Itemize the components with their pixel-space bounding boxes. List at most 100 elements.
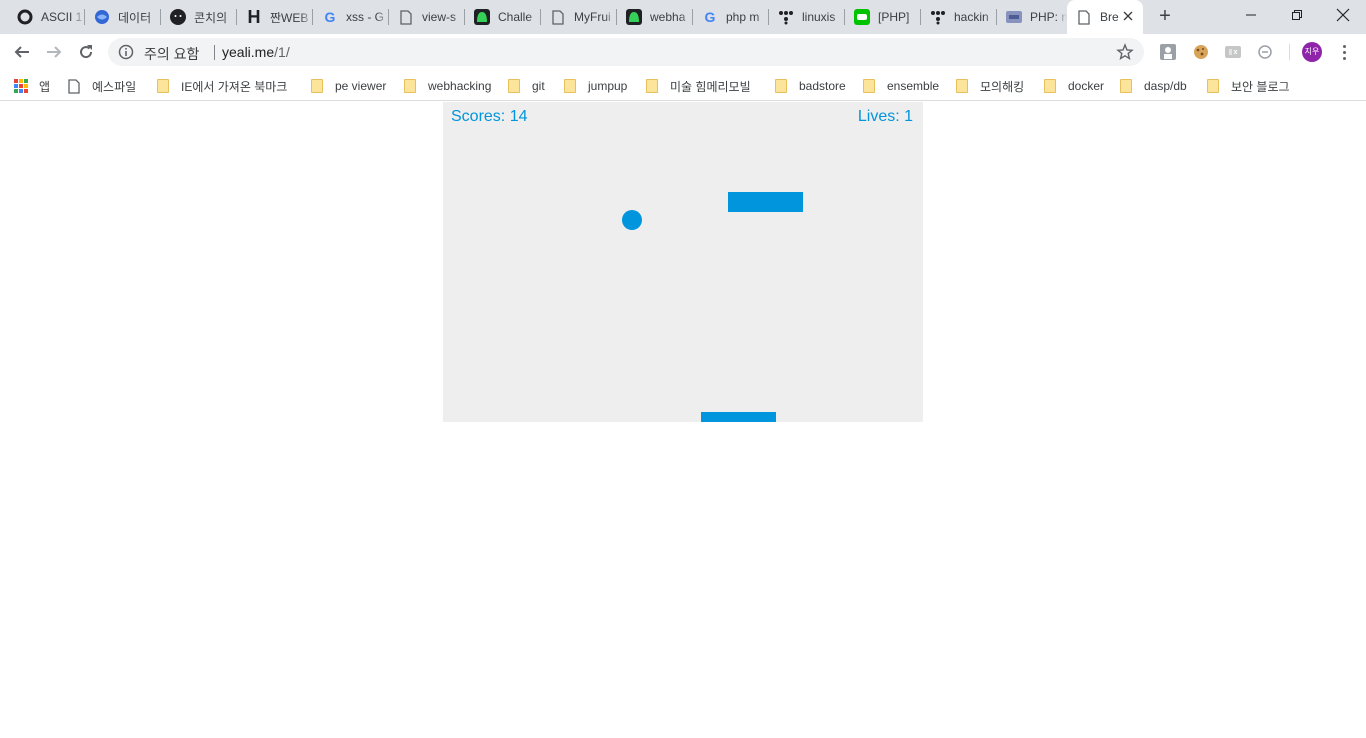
tab-strip: ASCII 1 데이터 콘치의 H 짠WEB G xss - G view-s: [0, 0, 1366, 34]
bookmark-label: 모의해킹: [980, 79, 1025, 94]
profile-avatar[interactable]: 지우: [1302, 42, 1322, 62]
bookmark-folder[interactable]: webhacking: [402, 75, 491, 97]
close-icon: [1336, 8, 1350, 22]
folder-icon: [1118, 78, 1134, 94]
bookmark-label: git: [532, 79, 545, 93]
page-icon: [550, 9, 566, 25]
circle-logo-icon: [17, 9, 33, 25]
paddle[interactable]: [701, 412, 776, 422]
bookmark-label: badstore: [799, 79, 846, 93]
bookmark-folder[interactable]: ensemble: [861, 75, 939, 97]
bookmark-folder[interactable]: badstore: [773, 75, 846, 97]
tab-label: [PHP]: [878, 10, 910, 24]
browser-tab[interactable]: hackin: [921, 0, 997, 34]
browser-tab[interactable]: PHP: n: [997, 0, 1067, 34]
tab-label: 콘치의: [194, 10, 228, 25]
line-chat-icon: [854, 9, 870, 25]
bookmark-folder[interactable]: 모의해킹: [954, 75, 1024, 97]
bookmark-label: IE에서 가져온 북마크: [181, 79, 288, 94]
bookmark-star-icon[interactable]: [1116, 43, 1134, 61]
folder-icon: [506, 78, 522, 94]
restore-icon: [1292, 10, 1302, 20]
browser-tab[interactable]: view-s: [389, 0, 465, 34]
browser-tab[interactable]: G php m: [693, 0, 769, 34]
browser-tab[interactable]: Challe: [465, 0, 541, 34]
folder-icon: [773, 78, 789, 94]
dots-tree-icon: [778, 9, 794, 25]
bookmark-label: ensemble: [887, 79, 940, 93]
browser-tab[interactable]: 데이터: [85, 0, 161, 34]
minimize-button[interactable]: [1228, 0, 1274, 30]
folder-icon: [562, 78, 578, 94]
kebab-menu-icon[interactable]: [1336, 42, 1352, 62]
browser-tab[interactable]: H 짠WEB: [237, 0, 313, 34]
tab-label: php m: [726, 10, 760, 24]
address-bar[interactable]: 주의 요함 yeali.me/1/: [108, 38, 1144, 66]
tab-label: 데이터: [118, 10, 152, 25]
restore-button[interactable]: [1274, 0, 1320, 30]
google-g-icon: G: [704, 9, 716, 25]
avatar-face-icon: [170, 9, 186, 25]
bookmark-label: webhacking: [428, 79, 492, 93]
browser-tab[interactable]: linuxis: [769, 0, 845, 34]
url-host: yeali.me: [222, 44, 275, 60]
tab-label: webha: [650, 10, 686, 24]
bookmark-label: 예스파일: [92, 79, 137, 94]
browser-tab[interactable]: [PHP]: [845, 0, 921, 34]
security-warning-text[interactable]: 주의 요함: [144, 44, 199, 64]
google-g-icon: G: [324, 9, 336, 25]
info-icon[interactable]: [118, 44, 134, 60]
extension-profile-icon[interactable]: [1159, 43, 1177, 61]
browser-tab[interactable]: webha: [617, 0, 693, 34]
bookmark-item[interactable]: 예스파일: [66, 75, 136, 97]
new-tab-button[interactable]: +: [1153, 5, 1177, 29]
score-display: Scores: 14: [451, 108, 528, 125]
page-icon: [1076, 9, 1092, 25]
bookmark-folder[interactable]: dasp/db: [1118, 75, 1187, 97]
brick: [728, 192, 803, 212]
bookmark-folder[interactable]: git: [506, 75, 545, 97]
bookmark-folder[interactable]: 보안 블로그: [1205, 75, 1290, 97]
bookmark-folder[interactable]: docker: [1042, 75, 1104, 97]
close-window-button[interactable]: [1320, 0, 1366, 30]
tab-label: PHP: n: [1030, 10, 1067, 24]
tab-label: hackin: [954, 10, 989, 24]
toolbar-divider: [1289, 44, 1290, 60]
url-path: /1/: [274, 44, 290, 60]
folder-icon: [954, 78, 970, 94]
browser-tab[interactable]: 콘치의: [161, 0, 237, 34]
php-logo-icon: [1006, 9, 1022, 25]
forward-button[interactable]: [40, 38, 68, 66]
folder-icon: [155, 78, 171, 94]
page-icon: [398, 9, 414, 25]
browser-tab[interactable]: ASCII 1: [8, 0, 85, 34]
browser-tab[interactable]: MyFrui: [541, 0, 617, 34]
globe-icon: [94, 9, 110, 25]
active-browser-tab[interactable]: Bre: [1067, 0, 1143, 34]
bookmark-folder[interactable]: 미술 힘메리모빌: [644, 75, 751, 97]
cookie-icon[interactable]: [1192, 43, 1210, 61]
browser-tab[interactable]: G xss - G: [313, 0, 389, 34]
bookmark-folder[interactable]: pe viewer: [309, 75, 386, 97]
arrow-right-icon: [47, 46, 62, 58]
extension-ex-icon[interactable]: [1224, 43, 1242, 61]
bookmark-label: pe viewer: [335, 79, 387, 93]
tab-label: Challe: [498, 10, 533, 24]
bookmark-label: 보안 블로그: [1231, 79, 1290, 94]
bookmark-folder[interactable]: IE에서 가져온 북마크: [155, 75, 287, 97]
green-alien-icon: [474, 9, 490, 25]
folder-icon: [1205, 78, 1221, 94]
block-extension-icon[interactable]: [1256, 43, 1274, 61]
ball: [622, 210, 642, 230]
h-logo-icon: H: [247, 6, 261, 27]
close-tab-icon[interactable]: [1121, 10, 1135, 24]
bookmark-folder[interactable]: jumpup: [562, 75, 627, 97]
tab-label: linuxis: [802, 10, 836, 24]
reload-button[interactable]: [72, 38, 100, 66]
bookmark-item[interactable]: 앱: [13, 75, 50, 97]
url-text[interactable]: yeali.me/1/: [222, 44, 290, 60]
folder-icon: [1042, 78, 1058, 94]
dots-tree-icon: [930, 9, 946, 25]
breakout-game-canvas[interactable]: Scores: 14 Lives: 1: [443, 102, 923, 422]
back-button[interactable]: [8, 38, 36, 66]
